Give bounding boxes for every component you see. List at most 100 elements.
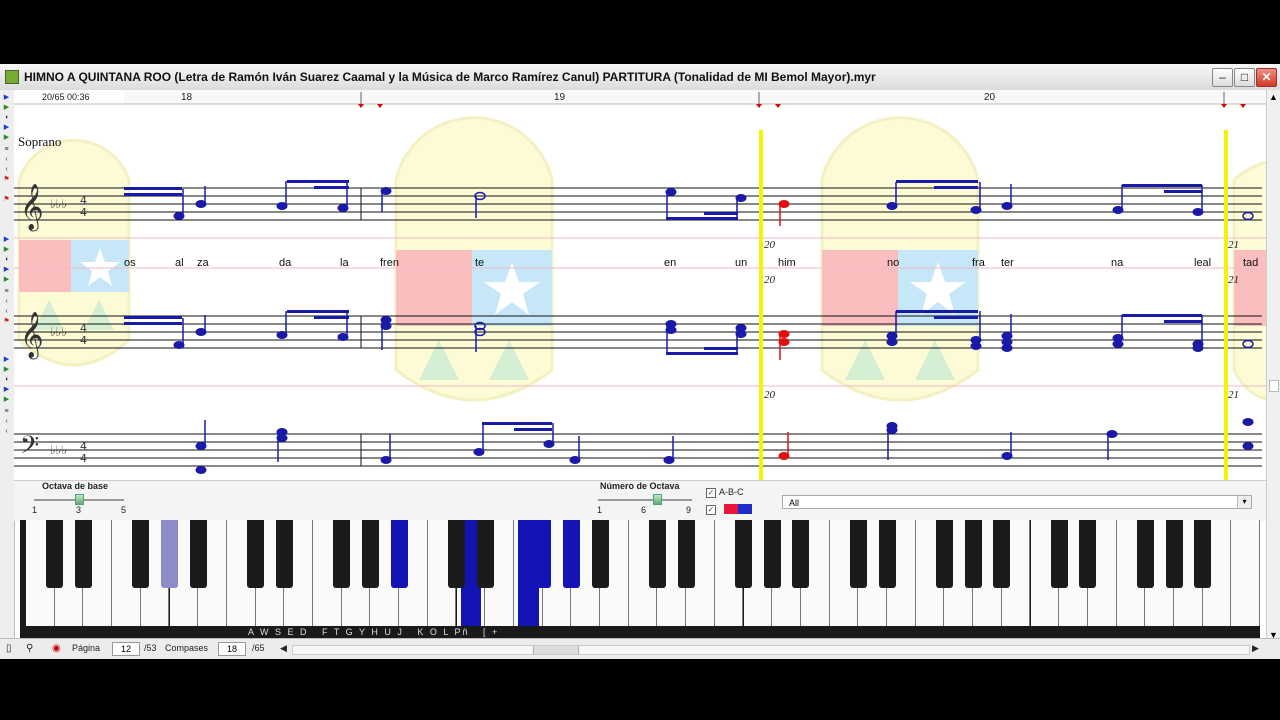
black-key[interactable] (247, 520, 265, 588)
chevron-left-icon[interactable]: ‹ (2, 166, 11, 174)
play-track-icon[interactable]: ▶ (2, 124, 11, 132)
tab-icon[interactable]: ≡ (2, 146, 11, 154)
black-key[interactable] (74, 520, 92, 588)
ruler[interactable] (14, 90, 1266, 104)
measure-mark: 21 (1228, 239, 1239, 251)
color-swatch-red[interactable] (724, 504, 738, 514)
black-key[interactable] (849, 520, 867, 588)
black-key[interactable] (964, 520, 982, 588)
play-track-icon[interactable]: ▶ (2, 134, 11, 142)
treble-clef-icon: 𝄞 (20, 184, 44, 232)
close-button[interactable]: ✕ (1256, 68, 1277, 87)
minimize-button[interactable]: – (1212, 68, 1233, 87)
octave-number-slider[interactable] (598, 499, 692, 501)
chevron-left-icon[interactable]: ‹ (2, 418, 11, 426)
black-key[interactable] (132, 520, 150, 588)
flat-icon: ♭♭♭ (50, 325, 67, 339)
bass-notes[interactable] (195, 418, 1254, 474)
scroll-thumb[interactable] (1269, 380, 1279, 392)
slider-tick: 1 (32, 505, 38, 515)
play-track-icon[interactable]: ▶ (2, 94, 11, 102)
play-track-icon[interactable]: ▶ (2, 246, 11, 254)
horizontal-scroll-thumb[interactable] (533, 646, 579, 654)
play-track-icon[interactable]: ▶ (2, 366, 11, 374)
black-key[interactable] (993, 520, 1011, 588)
flag-icon[interactable]: ⚑ (2, 176, 11, 184)
play-track-icon[interactable]: ▶ (2, 236, 11, 244)
black-key[interactable] (448, 520, 465, 588)
tab-icon[interactable]: ≡ (2, 408, 11, 416)
current-note[interactable] (778, 330, 790, 361)
piano-keyboard[interactable]: A W S E D F T G Y H U J K O L Pñ [ + (20, 520, 1261, 640)
chevron-left-icon[interactable]: ‹ (2, 428, 11, 436)
speaker-icon[interactable]: ◖ (2, 114, 11, 122)
scroll-right-icon[interactable]: ▶ (1252, 642, 1259, 655)
octave-number-slider-thumb[interactable] (652, 494, 662, 505)
chevron-left-icon[interactable]: ‹ (2, 156, 11, 164)
black-key[interactable] (763, 520, 781, 588)
base-octave-slider-thumb[interactable] (75, 494, 84, 505)
black-key[interactable] (562, 520, 580, 588)
black-key[interactable] (648, 520, 666, 588)
black-key[interactable] (792, 520, 810, 588)
black-key[interactable] (361, 520, 379, 588)
black-key[interactable] (1194, 520, 1212, 588)
black-key[interactable] (677, 520, 695, 588)
slider-tick: 6 (641, 505, 647, 515)
bass-staff[interactable] (14, 433, 1262, 467)
scroll-up-icon[interactable]: ▲ (1269, 92, 1278, 102)
black-key[interactable] (333, 520, 351, 588)
black-key[interactable] (534, 520, 552, 588)
black-key[interactable] (1050, 520, 1068, 588)
abc-checkbox[interactable]: ✓ (706, 488, 716, 498)
black-key[interactable] (390, 520, 408, 588)
chevron-left-icon[interactable]: ‹ (2, 298, 11, 306)
chevron-left-icon[interactable]: ‹ (2, 308, 11, 316)
page-view-icon[interactable]: ▯ (6, 642, 12, 655)
maximize-button[interactable]: □ (1234, 68, 1255, 87)
speaker-icon[interactable]: ◖ (2, 376, 11, 384)
black-key[interactable] (878, 520, 896, 588)
black-key[interactable] (735, 520, 752, 588)
track-filter-value: All (789, 498, 800, 508)
playhead[interactable] (759, 130, 763, 480)
color-swatch-blue[interactable] (738, 504, 752, 514)
vertical-scrollbar[interactable]: ▲ ▼ (1266, 90, 1280, 646)
scroll-left-icon[interactable]: ◀ (280, 642, 287, 655)
flag-icon[interactable]: ⚑ (2, 196, 11, 204)
speaker-icon[interactable]: ◖ (2, 256, 11, 264)
play-track-icon[interactable]: ▶ (2, 356, 11, 364)
soprano-notes[interactable] (124, 180, 1254, 221)
play-track-icon[interactable]: ▶ (2, 396, 11, 404)
flag-icon[interactable]: ⚑ (2, 318, 11, 326)
black-key[interactable] (1136, 520, 1154, 588)
black-key[interactable] (46, 520, 64, 588)
black-key[interactable] (591, 520, 609, 588)
lyric-syllable: ter (1001, 257, 1014, 269)
color-checkbox[interactable]: ✓ (706, 505, 716, 515)
play-track-icon[interactable]: ▶ (2, 386, 11, 394)
black-key[interactable] (1165, 520, 1183, 588)
black-key[interactable] (476, 520, 494, 588)
measures-input[interactable]: 18 (218, 642, 246, 656)
current-note[interactable] (778, 200, 790, 227)
black-key[interactable] (189, 520, 207, 588)
track-filter-select[interactable]: All ▾ (782, 495, 1252, 509)
black-key[interactable] (935, 520, 953, 588)
black-key[interactable] (161, 520, 178, 588)
horizontal-scrollbar[interactable] (292, 645, 1250, 655)
record-icon[interactable]: ◉ (52, 642, 61, 655)
page-input[interactable]: 12 (112, 642, 140, 656)
play-track-icon[interactable]: ▶ (2, 276, 11, 284)
position-readout: 20/65 00:36 (42, 92, 90, 102)
tab-icon[interactable]: ≡ (2, 288, 11, 296)
black-key[interactable] (275, 520, 293, 588)
play-track-icon[interactable]: ▶ (2, 104, 11, 112)
zoom-icon[interactable]: ⚲ (26, 642, 33, 655)
chevron-down-icon[interactable]: ▾ (1237, 496, 1251, 508)
play-track-icon[interactable]: ▶ (2, 266, 11, 274)
current-note[interactable] (778, 432, 790, 460)
white-key[interactable] (1231, 520, 1261, 626)
score-view[interactable]: 20/65 00:36 18 19 20 Soprano 𝄞 ♭♭♭ 4 4 𝄞… (14, 90, 1266, 480)
black-key[interactable] (1079, 520, 1097, 588)
